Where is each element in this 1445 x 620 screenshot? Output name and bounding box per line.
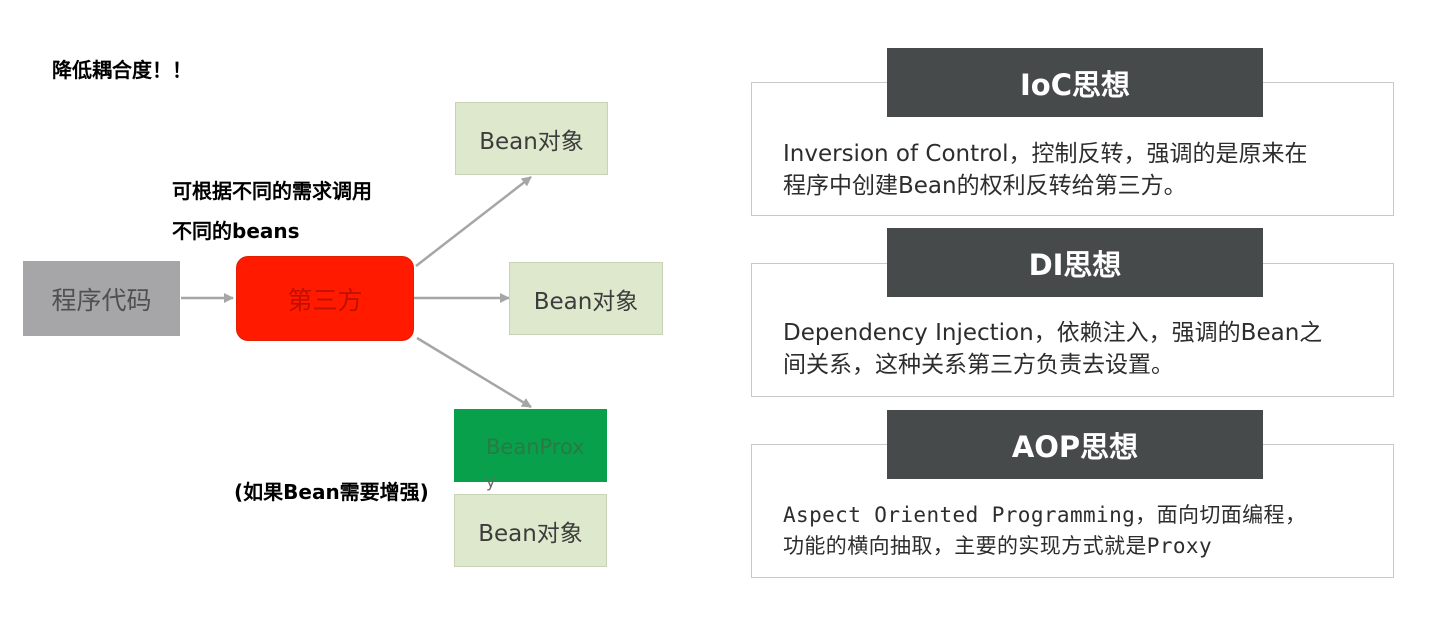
aop-description: Aspect Oriented Programming，面向切面编程， 功能的横… <box>783 500 1306 562</box>
di-description: Dependency Injection，依赖注入，强调的Bean之 间关系，这… <box>783 317 1322 381</box>
bean-object-label: Bean对象 <box>533 288 639 315</box>
program-code-label: 程序代码 <box>51 285 152 315</box>
di-description-line-2: 间关系，这种关系第三方负责去设置。 <box>783 352 1174 378</box>
bean-object-label: Bean对象 <box>478 520 583 547</box>
aop-description-line-1: Aspect Oriented Programming，面向切面编程， <box>783 503 1307 527</box>
arrow-third-party-to-proxy <box>416 336 532 409</box>
di-panel-title: DI思想 <box>887 228 1263 297</box>
aop-description-line-2: 功能的横向抽取，主要的实现方式就是Proxy <box>783 534 1213 558</box>
aop-panel-title: AOP思想 <box>887 410 1263 479</box>
ioc-title-text: IoC思想 <box>1020 67 1130 102</box>
program-code-node: 程序代码 <box>23 261 180 336</box>
bean-proxy-label: BeanProx <box>486 435 585 459</box>
bean-proxy-label-wrap: y <box>486 472 496 491</box>
bean-object-node-1: Bean对象 <box>455 102 608 175</box>
arrow-third-party-to-bean-1 <box>415 176 532 267</box>
ioc-description-line-1: Inversion of Control，控制反转，强调的是原来在 <box>783 141 1308 167</box>
aop-title-text: AOP思想 <box>1011 429 1139 464</box>
third-party-node: 第三方 <box>236 256 414 341</box>
di-title-text: DI思想 <box>1028 247 1122 282</box>
bean-object-node-3: Bean对象 <box>454 494 607 567</box>
ioc-panel-title: IoC思想 <box>887 48 1263 117</box>
third-party-label: 第三方 <box>287 285 363 315</box>
bean-proxy-node: BeanProx <box>454 409 607 482</box>
bean-object-label: Bean对象 <box>479 128 584 155</box>
ioc-description-line-2: 程序中创建Bean的权利反转给第三方。 <box>783 173 1187 199</box>
di-description-line-1: Dependency Injection，依赖注入，强调的Bean之 <box>783 320 1323 346</box>
ioc-description: Inversion of Control，控制反转，强调的是原来在 程序中创建B… <box>783 138 1308 202</box>
bean-object-node-2: Bean对象 <box>509 262 663 335</box>
